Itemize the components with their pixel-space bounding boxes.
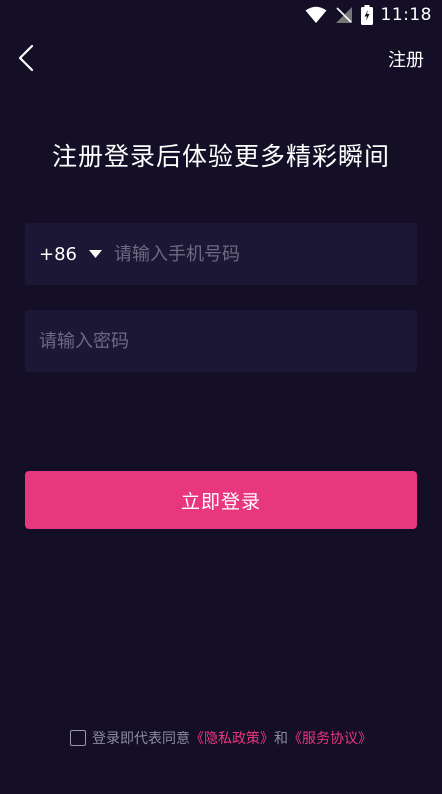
country-code-label: +86 [39, 243, 77, 265]
agreement-checkbox[interactable] [70, 730, 86, 746]
password-input[interactable] [25, 310, 417, 372]
agreement-prefix: 登录即代表同意 [92, 731, 190, 747]
phone-input[interactable] [114, 223, 417, 285]
caret-down-icon [89, 250, 102, 258]
phone-field: +86 [25, 223, 417, 285]
agreement-conjunction: 和 [274, 731, 288, 747]
chevron-left-icon [18, 44, 34, 72]
privacy-policy-link[interactable]: 《隐私政策》 [190, 728, 274, 748]
service-agreement-link[interactable]: 《服务协议》 [288, 728, 372, 748]
country-code-selector[interactable]: +86 [25, 223, 114, 285]
wifi-icon [305, 6, 327, 24]
login-button[interactable]: 立即登录 [25, 471, 417, 529]
header: 注册 [0, 36, 442, 80]
agreement-row: 登录即代表同意 《隐私政策》 和 《服务协议》 [0, 728, 442, 748]
status-time: 11:18 [380, 5, 432, 25]
status-bar: 11:18 [0, 0, 442, 30]
password-field [25, 310, 417, 372]
login-screen: 11:18 注册 注册登录后体验更多精彩瞬间 +86 立即登录 登录即代表同意 … [0, 0, 442, 794]
page-headline: 注册登录后体验更多精彩瞬间 [51, 142, 390, 171]
no-signal-icon [335, 6, 353, 24]
register-link[interactable]: 注册 [388, 46, 424, 72]
back-button[interactable] [12, 42, 40, 74]
battery-charging-icon [360, 5, 373, 25]
